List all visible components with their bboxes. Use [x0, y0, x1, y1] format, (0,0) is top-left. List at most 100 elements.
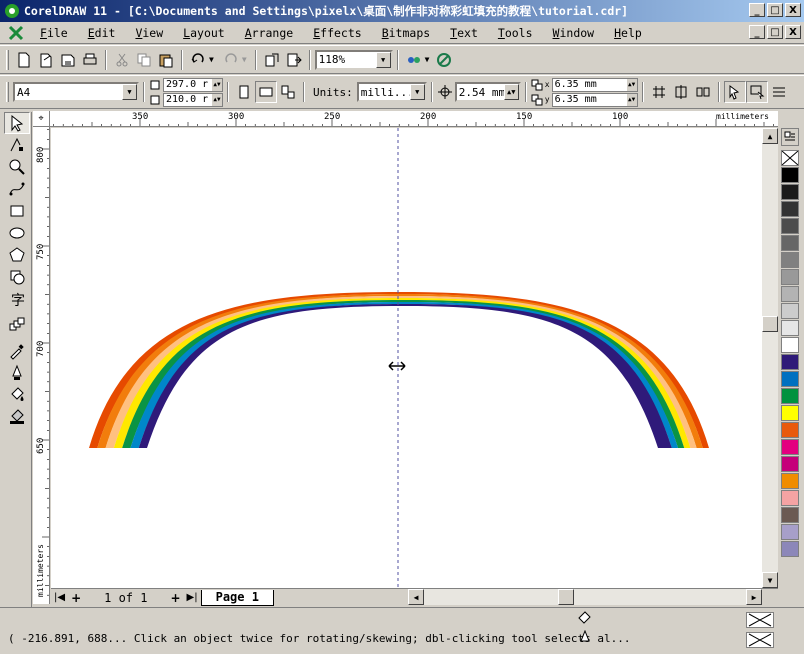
units-combo[interactable]: milli... ▼: [356, 82, 427, 102]
menu-text[interactable]: Text: [440, 26, 488, 40]
print-icon[interactable]: [79, 49, 101, 71]
no-fill-swatch[interactable]: [781, 150, 799, 166]
save-icon[interactable]: [57, 49, 79, 71]
palette-swatch[interactable]: [781, 507, 799, 523]
palette-swatch[interactable]: [781, 337, 799, 353]
chevron-down-icon[interactable]: ▼: [122, 84, 137, 100]
corel-online-icon[interactable]: [433, 49, 455, 71]
palette-swatch[interactable]: [781, 303, 799, 319]
shape-tool-icon[interactable]: [4, 134, 30, 156]
ellipse-tool-icon[interactable]: [4, 222, 30, 244]
outline-tool-icon[interactable]: [4, 362, 30, 384]
paper-size-combo[interactable]: A4 ▼: [13, 82, 139, 102]
menu-view[interactable]: View: [125, 26, 173, 40]
chevron-down-icon[interactable]: ▼: [375, 51, 391, 68]
treat-as-filled-icon[interactable]: [723, 81, 746, 103]
rainbow-drawing[interactable]: [51, 128, 762, 588]
scroll-up-icon[interactable]: ▲: [762, 128, 778, 144]
zoom-combo[interactable]: 118% ▼: [314, 49, 393, 70]
fill-color-indicator[interactable]: [746, 612, 774, 628]
palette-swatch[interactable]: [781, 524, 799, 540]
palette-swatch[interactable]: [781, 490, 799, 506]
menu-file[interactable]: File: [30, 26, 78, 40]
snap-to-objects-icon[interactable]: [692, 81, 714, 103]
zoom-tool-icon[interactable]: [4, 156, 30, 178]
open-icon[interactable]: [35, 49, 57, 71]
palette-swatch[interactable]: [781, 422, 799, 438]
redo-icon[interactable]: [220, 49, 242, 71]
vertical-scrollbar[interactable]: ▲ ▼: [762, 128, 778, 588]
copy-icon[interactable]: [133, 49, 155, 71]
draw-objects-icon[interactable]: [745, 81, 768, 103]
first-page-button[interactable]: |◀: [54, 592, 65, 603]
menu-edit[interactable]: Edit: [78, 26, 126, 40]
palette-swatch[interactable]: [781, 439, 799, 455]
ruler-origin[interactable]: ⌖: [33, 111, 50, 127]
paste-icon[interactable]: [155, 49, 177, 71]
snap-to-grid-icon[interactable]: [648, 81, 670, 103]
palette-menu-icon[interactable]: [781, 128, 799, 146]
palette-swatch[interactable]: [781, 405, 799, 421]
eyedropper-tool-icon[interactable]: [4, 340, 30, 362]
rectangle-tool-icon[interactable]: [4, 200, 30, 222]
minimize-button[interactable]: _: [749, 3, 765, 17]
snap-to-guidelines-icon[interactable]: [670, 81, 692, 103]
palette-swatch[interactable]: [781, 201, 799, 217]
polygon-tool-icon[interactable]: [4, 244, 30, 266]
palette-swatch[interactable]: [781, 167, 799, 183]
cut-icon[interactable]: [111, 49, 133, 71]
toolbar-grip[interactable]: [6, 49, 9, 70]
options-icon[interactable]: [768, 81, 790, 103]
menu-arrange[interactable]: Arrange: [235, 26, 303, 40]
application-launcher-icon[interactable]: [403, 49, 425, 71]
chevron-down-icon[interactable]: ▼: [409, 84, 425, 100]
last-page-button[interactable]: ▶|: [187, 592, 198, 603]
page-height-input[interactable]: 210.0 r ▲▼: [163, 92, 223, 107]
palette-swatch[interactable]: [781, 456, 799, 472]
duplicate-y-input[interactable]: 6.35 mm ▲▼: [551, 92, 638, 107]
freehand-tool-icon[interactable]: [4, 178, 30, 200]
horizontal-scrollbar[interactable]: ◀ ▶: [408, 589, 762, 605]
scroll-left-icon[interactable]: ◀: [408, 589, 424, 605]
menu-layout[interactable]: Layout: [173, 26, 235, 40]
spin-arrows-icon[interactable]: ▲▼: [503, 84, 519, 100]
landscape-icon[interactable]: [255, 81, 277, 103]
palette-swatch[interactable]: [781, 252, 799, 268]
palette-swatch[interactable]: [781, 218, 799, 234]
doc-restore-button[interactable]: □: [767, 25, 783, 39]
palette-swatch[interactable]: [781, 388, 799, 404]
text-tool-icon[interactable]: 字: [4, 288, 30, 310]
close-button[interactable]: X: [785, 3, 801, 17]
palette-swatch[interactable]: [781, 371, 799, 387]
new-icon[interactable]: [13, 49, 35, 71]
menu-bitmaps[interactable]: Bitmaps: [372, 26, 440, 40]
portrait-icon[interactable]: [233, 81, 255, 103]
interactive-blend-tool-icon[interactable]: [4, 314, 30, 336]
menu-help[interactable]: Help: [604, 26, 652, 40]
property-bar-grip[interactable]: [6, 82, 9, 102]
page-width-input[interactable]: 297.0 r ▲▼: [163, 77, 223, 92]
undo-icon[interactable]: [187, 49, 209, 71]
doc-close-button[interactable]: X: [785, 25, 801, 39]
palette-swatch[interactable]: [781, 269, 799, 285]
add-page-before-button[interactable]: +: [71, 591, 81, 605]
menu-effects[interactable]: Effects: [303, 26, 371, 40]
import-icon[interactable]: [261, 49, 283, 71]
interactive-fill-tool-icon[interactable]: [4, 406, 30, 428]
fill-tool-icon[interactable]: [4, 384, 30, 406]
scroll-down-icon[interactable]: ▼: [762, 572, 778, 588]
menu-window[interactable]: Window: [543, 26, 605, 40]
duplicate-x-input[interactable]: 6.35 mm ▲▼: [551, 77, 638, 92]
outline-color-indicator[interactable]: [746, 632, 774, 648]
pick-tool-icon[interactable]: [4, 112, 30, 134]
palette-swatch[interactable]: [781, 235, 799, 251]
scroll-right-icon[interactable]: ▶: [746, 589, 762, 605]
vertical-scroll-thumb[interactable]: [762, 316, 778, 332]
nudge-input[interactable]: 2.54 mm ▲▼: [454, 82, 521, 102]
palette-swatch[interactable]: [781, 320, 799, 336]
palette-swatch[interactable]: [781, 473, 799, 489]
drawing-canvas[interactable]: [51, 128, 762, 588]
basic-shapes-tool-icon[interactable]: [4, 266, 30, 288]
ruler-left[interactable]: 800 750 700 650 millimeters: [33, 127, 50, 604]
ruler-top[interactable]: 350 300 250 200 150 100 millimeters: [50, 111, 778, 127]
